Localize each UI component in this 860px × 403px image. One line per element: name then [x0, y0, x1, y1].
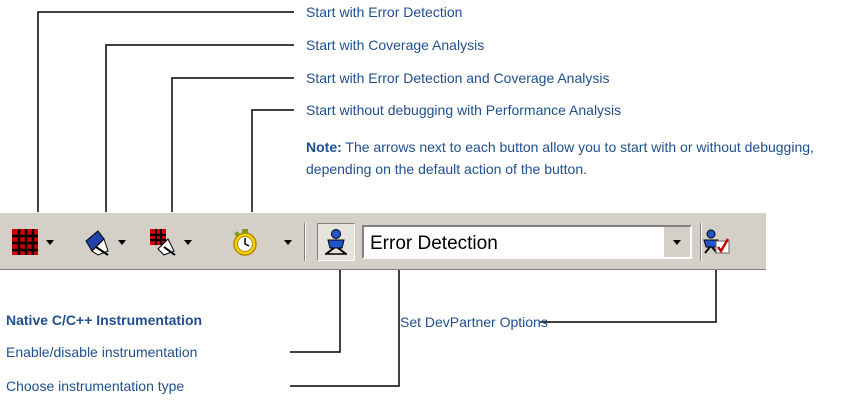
instrumentation-toggle-icon	[325, 229, 347, 255]
error-detection-icon	[12, 229, 38, 255]
callout-error-and-coverage: Start with Error Detection and Coverage …	[306, 70, 610, 86]
callout-error-detection: Start with Error Detection	[306, 4, 463, 20]
coverage-analysis-button[interactable]	[80, 225, 114, 259]
note-text: The arrows next to each button allow you…	[306, 139, 814, 177]
error-detection-button[interactable]	[8, 225, 42, 259]
error-coverage-dropdown-arrow[interactable]	[182, 235, 194, 249]
performance-stopwatch-icon	[233, 229, 257, 256]
error-coverage-icon	[150, 229, 176, 256]
callout-devpartner-options: Set DevPartner Options	[400, 314, 548, 330]
devpartner-options-icon	[703, 229, 730, 254]
callout-performance-analysis: Start without debugging with Performance…	[306, 102, 622, 118]
callout-choose-instrumentation-type: Choose instrumentation type	[6, 378, 185, 394]
performance-analysis-dropdown-arrow[interactable]	[282, 235, 294, 249]
instrumentation-type-value: Error Detection	[370, 233, 498, 254]
error-detection-dropdown-arrow[interactable]	[44, 235, 56, 249]
coverage-analysis-icon	[85, 230, 109, 256]
error-coverage-button[interactable]	[146, 225, 180, 259]
note-label: Note:	[306, 139, 342, 155]
instrumentation-type-select[interactable]: Error Detection	[362, 225, 692, 259]
toolbar-separator	[304, 223, 306, 261]
note-paragraph: Note: The arrows next to each button all…	[306, 136, 854, 180]
devpartner-toolbar: Error Detection	[0, 212, 766, 270]
coverage-analysis-dropdown-arrow[interactable]	[116, 235, 128, 249]
instrumentation-type-dropdown-arrow[interactable]	[663, 227, 690, 257]
performance-analysis-button[interactable]	[228, 225, 262, 259]
instrumentation-toggle-button[interactable]	[317, 223, 355, 261]
devpartner-options-button[interactable]	[700, 225, 734, 259]
callout-enable-disable-instrumentation: Enable/disable instrumentation	[6, 344, 198, 360]
native-instrumentation-title: Native C/C++ Instrumentation	[6, 312, 203, 328]
callout-coverage-analysis: Start with Coverage Analysis	[306, 37, 485, 53]
